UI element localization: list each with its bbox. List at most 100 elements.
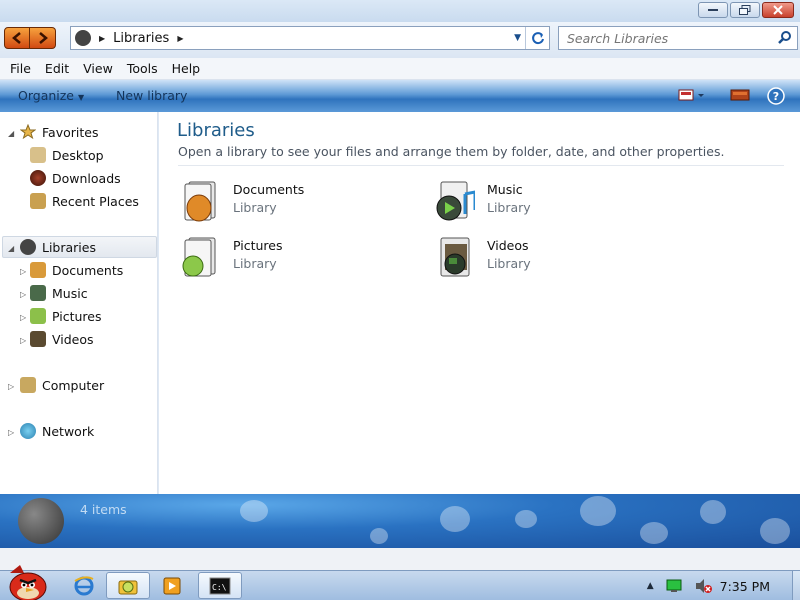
- back-button[interactable]: [4, 27, 30, 49]
- organize-label: Organize: [18, 88, 74, 103]
- restore-button[interactable]: [730, 2, 760, 18]
- refresh-icon: [531, 32, 544, 45]
- menu-bar: File Edit View Tools Help: [0, 58, 800, 80]
- restore-icon: [739, 5, 751, 15]
- nav-recent-places[interactable]: Recent Places: [30, 191, 139, 211]
- menu-view[interactable]: View: [83, 61, 113, 76]
- breadcrumb-libraries[interactable]: Libraries: [113, 31, 169, 46]
- nav-favorites[interactable]: Favorites: [20, 122, 98, 142]
- nav-music-label: Music: [52, 285, 88, 301]
- menu-edit[interactable]: Edit: [45, 61, 69, 76]
- expand-network-icon[interactable]: ▷: [8, 428, 14, 437]
- nav-libraries[interactable]: Libraries: [20, 237, 96, 257]
- taskbar-internet-explorer[interactable]: [62, 572, 106, 599]
- computer-icon: [20, 377, 36, 393]
- nav-computer[interactable]: Computer: [20, 375, 104, 395]
- nav-buttons: [4, 27, 56, 49]
- nav-pictures-label: Pictures: [52, 308, 102, 324]
- taskbar-media-player[interactable]: [150, 572, 194, 599]
- folder-icon: [118, 580, 138, 594]
- item-count: 4 items: [80, 502, 127, 517]
- search-icon[interactable]: [777, 30, 793, 46]
- internet-explorer-icon: [74, 575, 94, 595]
- expand-favorites-icon[interactable]: ◢: [8, 129, 14, 138]
- downloads-icon: [30, 170, 46, 186]
- volume-muted-icon[interactable]: [694, 578, 712, 594]
- music-library-icon: [436, 181, 475, 221]
- network-icon: [20, 423, 36, 439]
- new-library-button[interactable]: New library: [116, 88, 187, 103]
- library-documents[interactable]: Documents Library: [181, 178, 411, 226]
- taskbar-command-prompt[interactable]: C:\: [198, 572, 242, 599]
- address-dropdown-icon[interactable]: ▼: [514, 33, 521, 43]
- menu-file[interactable]: File: [10, 61, 31, 76]
- expand-libraries-icon[interactable]: ◢: [8, 244, 14, 253]
- expand-pictures-icon[interactable]: ▷: [20, 313, 26, 322]
- view-options-icon: [678, 89, 704, 101]
- help-button[interactable]: ?: [767, 87, 785, 108]
- title-bar: [0, 0, 800, 22]
- decorative-bokeh: [640, 522, 668, 544]
- taskbar: C:\ ▲ 7:35 PM: [0, 565, 800, 600]
- star-icon: [20, 124, 36, 140]
- libraries-icon: [75, 30, 91, 46]
- address-row: ▶ Libraries ▶ ▼: [0, 22, 800, 58]
- view-options-button[interactable]: [678, 87, 708, 106]
- taskbar-explorer[interactable]: [106, 572, 150, 599]
- close-button[interactable]: [762, 2, 794, 18]
- nav-downloads-label: Downloads: [52, 170, 121, 186]
- expand-computer-icon[interactable]: ▷: [8, 382, 14, 391]
- nav-network[interactable]: Network: [20, 421, 94, 441]
- nav-downloads[interactable]: Downloads: [30, 168, 121, 188]
- nav-documents-label: Documents: [52, 262, 124, 278]
- breadcrumb-arrow-icon[interactable]: ▶: [177, 34, 183, 43]
- library-music[interactable]: Music Library: [435, 178, 665, 226]
- address-bar[interactable]: ▶ Libraries ▶ ▼: [70, 26, 550, 50]
- music-icon: [30, 285, 46, 301]
- nav-music[interactable]: Music: [30, 283, 88, 303]
- system-tray: ▲ 7:35 PM: [647, 571, 800, 600]
- library-name: Documents: [233, 182, 305, 197]
- help-icon: ?: [767, 87, 785, 105]
- documents-library-icon: [184, 181, 216, 222]
- forward-button[interactable]: [30, 27, 56, 49]
- content-pane: Libraries Open a library to see your fil…: [159, 112, 800, 494]
- library-pictures[interactable]: Pictures Library: [181, 234, 411, 282]
- clock[interactable]: 7:35 PM: [720, 579, 770, 594]
- nav-desktop[interactable]: Desktop: [30, 145, 104, 165]
- window-controls: [698, 2, 794, 18]
- pictures-library-icon: [182, 237, 216, 277]
- refresh-button[interactable]: [525, 27, 549, 49]
- preview-pane-icon: [730, 89, 750, 101]
- decorative-bokeh: [440, 506, 470, 532]
- menu-help[interactable]: Help: [172, 61, 201, 76]
- library-type: Library: [487, 200, 531, 215]
- library-name: Music: [487, 182, 523, 197]
- page-title: Libraries: [177, 120, 255, 141]
- expand-music-icon[interactable]: ▷: [20, 290, 26, 299]
- decorative-bokeh: [760, 518, 790, 544]
- start-button[interactable]: [4, 563, 50, 600]
- preview-pane-button[interactable]: [730, 87, 750, 106]
- expand-videos-icon[interactable]: ▷: [20, 336, 26, 345]
- nav-videos[interactable]: Videos: [30, 329, 94, 349]
- nav-pictures[interactable]: Pictures: [30, 306, 102, 326]
- library-type: Library: [233, 200, 277, 215]
- show-hidden-icons-icon[interactable]: ▲: [647, 581, 654, 591]
- show-desktop-button[interactable]: [792, 571, 800, 600]
- libraries-icon: [20, 239, 36, 255]
- library-videos[interactable]: Videos Library: [435, 234, 665, 282]
- back-arrow-icon: [12, 32, 21, 44]
- minimize-button[interactable]: [698, 2, 728, 18]
- menu-tools[interactable]: Tools: [127, 61, 158, 76]
- status-strip: [0, 548, 800, 570]
- search-input[interactable]: [559, 27, 769, 49]
- recent-places-icon: [30, 193, 46, 209]
- organize-button[interactable]: Organize ▼: [18, 88, 84, 103]
- library-name: Videos: [487, 238, 529, 253]
- breadcrumb-arrow-icon[interactable]: ▶: [99, 34, 105, 43]
- search-box[interactable]: [558, 26, 798, 50]
- nav-documents[interactable]: Documents: [30, 260, 123, 280]
- action-center-icon[interactable]: [666, 579, 682, 593]
- expand-documents-icon[interactable]: ▷: [20, 267, 26, 276]
